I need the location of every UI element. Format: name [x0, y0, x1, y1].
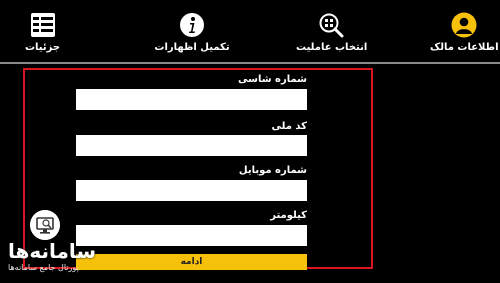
watermark-title: سامانه‌ها — [8, 239, 97, 263]
step-label: انتخاب عاملیت — [296, 42, 368, 53]
mileage-label: کیلومتر — [270, 210, 307, 221]
step-owner-info[interactable]: اطلاعات مالک — [430, 0, 499, 62]
header-divider — [0, 62, 500, 64]
step-label: اطلاعات مالک — [430, 42, 499, 53]
step-label: تکمیل اظهارات — [154, 42, 230, 53]
search-grid-icon — [319, 13, 344, 38]
steps-bar: جزئیات تکمیل اظهارات انتخاب عاملیت اطلاع… — [0, 0, 500, 62]
watermark-subtitle: پورتال جامع سامانه‌ها — [8, 263, 79, 272]
chassis-number-input[interactable] — [76, 89, 307, 110]
step-agency[interactable]: انتخاب عاملیت — [296, 0, 368, 62]
details-icon — [30, 13, 55, 37]
mobile-number-input[interactable] — [76, 180, 307, 201]
mileage-input[interactable] — [76, 225, 307, 246]
national-code-input[interactable] — [76, 135, 307, 156]
info-icon — [180, 13, 204, 37]
watermark-monitor-icon — [30, 210, 60, 240]
step-details[interactable]: جزئیات — [15, 0, 70, 62]
continue-button[interactable]: ادامه — [76, 254, 307, 270]
user-icon — [451, 12, 477, 38]
step-statements[interactable]: تکمیل اظهارات — [152, 0, 232, 62]
step-label: جزئیات — [24, 42, 61, 53]
mobile-label: شماره موبایل — [238, 165, 307, 176]
chassis-label: شماره شاسی — [238, 74, 307, 85]
national-code-label: کد ملی — [271, 121, 307, 132]
